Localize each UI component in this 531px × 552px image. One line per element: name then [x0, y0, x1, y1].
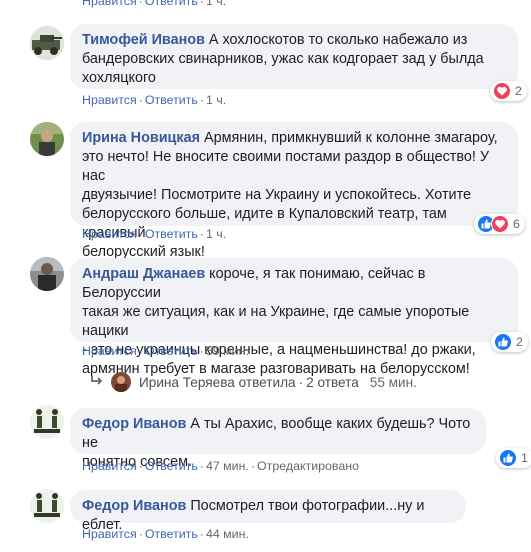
- comment-text-line: хохляцкого: [82, 70, 156, 86]
- avatar[interactable]: [30, 405, 64, 439]
- reply-link[interactable]: Ответить: [145, 459, 198, 473]
- reaction-count: 2: [515, 84, 522, 98]
- comment-actions: Нравится · Ответить · 47 мин. · Отредактирован…: [82, 459, 359, 473]
- comment-bubble: Федор Иванов А ты Арахис, вообще каких б…: [70, 408, 486, 470]
- reaction-count: 2: [516, 335, 523, 349]
- reply-link[interactable]: Ответить: [145, 527, 198, 541]
- comment-actions: Нравится · Ответить · 1 ч.: [82, 227, 227, 241]
- like-link[interactable]: Нравится: [82, 527, 137, 541]
- reply-link[interactable]: Ответить: [145, 227, 198, 241]
- comment-text-line: такая же ситуация, как и на Украине, где…: [82, 304, 470, 339]
- comment-author[interactable]: Тимофей Иванов: [82, 32, 205, 48]
- like-reaction-icon: [499, 449, 517, 467]
- comment-time: 1 ч.: [205, 0, 227, 8]
- avatar[interactable]: [30, 122, 64, 156]
- comment-text-line: двуязычие! Посмотрите на Украину и успок…: [82, 187, 472, 203]
- edited-label[interactable]: Отредактировано: [257, 459, 359, 473]
- reaction-summary[interactable]: 2: [491, 332, 528, 352]
- comment-time: 1 ч.: [205, 93, 227, 107]
- comment-text-line: бандеровских свинарников, ужас как кодго…: [82, 51, 484, 67]
- comment-text-line: Армянин, примкнувший к колонне змагароу,: [200, 130, 498, 146]
- comment-actions: Нравится · Ответить · 1 ч.: [82, 93, 227, 107]
- comment-author[interactable]: Ирина Новицкая: [82, 130, 200, 146]
- reaction-count: 6: [513, 217, 520, 231]
- comment-bubble: Федор Иванов Посмотрел твои фотографии..…: [70, 490, 466, 533]
- replier-avatar: [111, 372, 131, 392]
- heart-reaction-icon: [491, 215, 509, 233]
- comment-time: 47 мин.: [205, 459, 249, 473]
- avatar[interactable]: [30, 26, 64, 60]
- reaction-summary[interactable]: 6: [474, 214, 525, 234]
- comment-author[interactable]: Андраш Джанаев: [82, 266, 205, 282]
- avatar[interactable]: [30, 489, 64, 523]
- comment-time: 1 ч.: [205, 227, 227, 241]
- comment-time: 59 мин.: [205, 344, 249, 358]
- comment-author[interactable]: Федор Иванов: [82, 416, 186, 432]
- view-replies-link[interactable]: Ирина Теряева ответила · 2 ответа 55 мин.: [90, 372, 417, 392]
- reply-link[interactable]: Ответить: [145, 344, 198, 358]
- like-reaction-icon: [494, 333, 512, 351]
- heart-reaction-icon: [493, 82, 511, 100]
- avatar[interactable]: [30, 257, 64, 291]
- comment-bubble: Ирина Новицкая Армянин, примкнувший к ко…: [70, 122, 518, 260]
- reaction-count: 1: [521, 451, 528, 465]
- replies-count: 2 ответа: [306, 374, 359, 390]
- reply-link[interactable]: Ответить: [145, 0, 198, 8]
- comment-text-line: А хохлоскотов то сколько набежало из: [204, 32, 468, 48]
- like-link[interactable]: Нравится: [82, 344, 137, 358]
- replies-time: 55 мин.: [369, 374, 417, 390]
- reply-link[interactable]: Ответить: [145, 93, 198, 107]
- like-link[interactable]: Нравится: [82, 459, 137, 473]
- comment-bubble: Тимофей Иванов А хохлоскотов то сколько …: [70, 24, 518, 89]
- reply-arrow-icon: [90, 375, 106, 389]
- like-link[interactable]: Нравится: [82, 93, 137, 107]
- comment-author[interactable]: Федор Иванов: [82, 498, 186, 514]
- comment-text-line: это нечто! Не вносите своими постами раз…: [82, 149, 490, 184]
- partial-comment-actions: Нравится · Ответить · 1 ч.: [82, 0, 226, 8]
- replies-name-action: Ирина Теряева ответила: [139, 374, 296, 390]
- reaction-summary[interactable]: 2: [490, 81, 527, 101]
- like-link[interactable]: Нравится: [82, 227, 137, 241]
- comment-bubble: Андраш Джанаев короче, я так понимаю, се…: [70, 258, 518, 377]
- comment-actions: Нравится · Ответить · 59 мин.: [82, 344, 249, 358]
- like-link[interactable]: Нравится: [82, 0, 137, 8]
- comment-time: 44 мин.: [205, 527, 249, 541]
- comment-actions: Нравится · Ответить · 44 мин.: [82, 527, 249, 541]
- reaction-summary[interactable]: 1: [496, 448, 531, 468]
